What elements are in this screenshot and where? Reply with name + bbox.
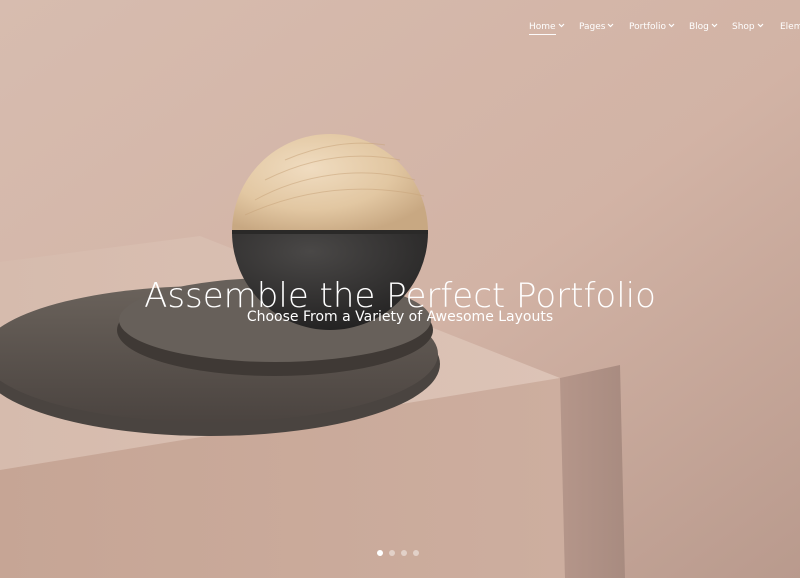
hero-slider: Home Pages Portfolio Blog Shop Elem Asse…	[0, 0, 800, 578]
nav-item-pages[interactable]: Pages	[579, 21, 614, 33]
slider-dot-3[interactable]	[401, 550, 407, 556]
nav-item-shop[interactable]: Shop	[732, 21, 764, 33]
nav-item-blog[interactable]: Blog	[689, 21, 718, 33]
hero-subtitle: Choose From a Variety of Awesome Layouts	[246, 309, 554, 325]
nav-item-pages-label: Pages	[579, 22, 606, 32]
chevron-down-icon	[668, 23, 675, 28]
slider-dot-2[interactable]	[389, 550, 395, 556]
chevron-down-icon	[711, 23, 718, 28]
chevron-down-icon	[608, 23, 614, 28]
slider-dot-4[interactable]	[413, 550, 419, 556]
nav-item-portfolio-label: Portfolio	[629, 22, 667, 32]
nav-item-home[interactable]: Home	[529, 21, 565, 35]
nav-item-shop-label: Shop	[732, 22, 755, 32]
chevron-down-icon	[558, 23, 565, 28]
chevron-down-icon	[757, 23, 764, 28]
nav-item-blog-label: Blog	[689, 22, 709, 32]
nav-item-home-label: Home	[529, 22, 556, 35]
nav-item-elements[interactable]: Elem	[780, 21, 800, 33]
slider-dot-1[interactable]	[377, 550, 383, 556]
nav-item-portfolio[interactable]: Portfolio	[629, 21, 675, 33]
nav-item-elements-label: Elem	[780, 22, 800, 32]
